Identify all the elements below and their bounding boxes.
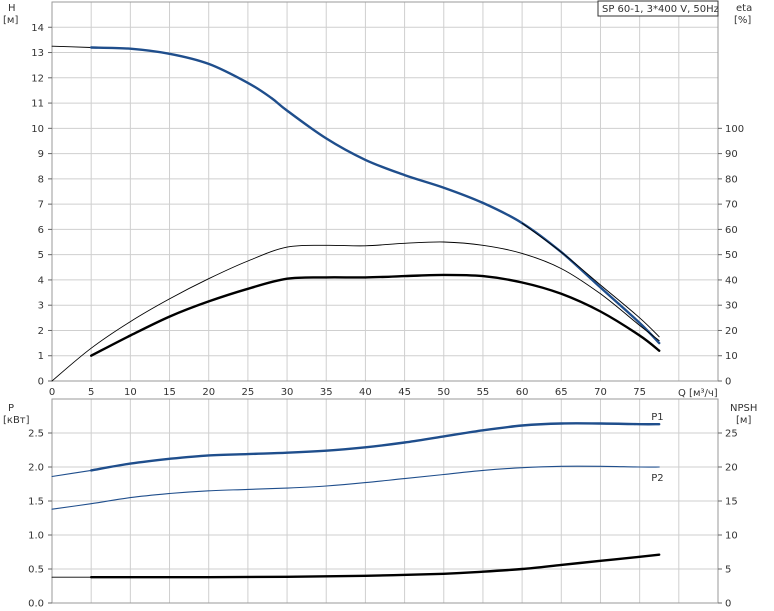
y-right-tick-label: 90	[725, 149, 738, 160]
y-left-tick-label: 1.0	[28, 531, 44, 542]
y-right-tick-label: 60	[725, 225, 738, 236]
y-right-label-1: eta	[736, 3, 752, 14]
series-line-eta1	[51, 241, 660, 382]
npsh-right-label-2: [м]	[736, 415, 751, 426]
y-left-tick-label: 10	[31, 124, 44, 135]
head-efficiency-plot: 0123456789101112131401020304050607080901…	[31, 1, 744, 398]
y-right-tick-label: 20	[725, 463, 738, 474]
y-right-tick-label: 5	[725, 565, 731, 576]
series-line-h_ext	[51, 45, 92, 48]
y-right-tick-label: 50	[725, 250, 738, 261]
x-tick-label: 25	[242, 387, 255, 398]
y-left-tick-label: 6	[38, 225, 44, 236]
x-tick-label: 35	[320, 387, 333, 398]
x-tick-label: 5	[88, 387, 94, 398]
x-tick-label: 20	[202, 387, 215, 398]
y-left-tick-label: 5	[38, 250, 44, 261]
y-right-tick-label: 80	[725, 174, 738, 185]
y-left-label-1: H	[8, 3, 16, 14]
y-right-tick-label: 0	[725, 599, 731, 610]
y-right-tick-label: 25	[725, 429, 738, 440]
x-tick-label: 70	[594, 387, 607, 398]
npsh-right-label-1: NPSH	[730, 403, 757, 414]
y-left-tick-label: 8	[38, 174, 44, 185]
y-right-label-2: [%]	[734, 15, 751, 26]
y-left-tick-label: 14	[31, 23, 44, 34]
x-tick-label: 60	[516, 387, 529, 398]
series-line-p1_ext	[51, 469, 92, 478]
y-left-tick-label: 3	[38, 301, 44, 312]
series-label-p1: P1	[651, 412, 663, 423]
y-right-tick-label: 15	[725, 497, 738, 508]
y-left-label-2: [м]	[3, 15, 18, 26]
y-right-tick-label: 20	[725, 326, 738, 337]
y-left-tick-label: 12	[31, 73, 44, 84]
y-left-tick-label: 0.0	[28, 599, 44, 610]
y-left-tick-label: 4	[38, 275, 44, 286]
series-line-p1	[90, 422, 661, 472]
p-left-label-1: P	[8, 403, 14, 414]
y-left-tick-label: 0	[38, 377, 44, 388]
series-line-eta2	[90, 273, 661, 357]
x-axis-label: Q [м³/ч]	[678, 388, 718, 399]
y-right-tick-label: 100	[725, 124, 744, 135]
y-left-tick-label: 0.5	[28, 565, 44, 576]
series-label-p2: P2	[651, 473, 663, 484]
pump-curve-svg: 0123456789101112131401020304050607080901…	[3, 0, 757, 610]
y-left-tick-label: 11	[31, 99, 44, 110]
x-tick-label: 30	[281, 387, 294, 398]
y-left-tick-label: 1	[38, 351, 44, 362]
x-tick-label: 75	[633, 387, 646, 398]
y-left-tick-label: 2	[38, 326, 44, 337]
x-tick-label: 0	[49, 387, 55, 398]
series-line-p2	[51, 465, 660, 510]
x-tick-label: 10	[124, 387, 137, 398]
x-tick-label: 65	[555, 387, 568, 398]
x-tick-label: 40	[359, 387, 372, 398]
chart-title: SP 60-1, 3*400 V, 50Hz	[602, 4, 719, 15]
y-left-tick-label: 2.5	[28, 429, 44, 440]
y-left-tick-label: 9	[38, 149, 44, 160]
x-tick-label: 15	[163, 387, 176, 398]
y-left-tick-label: 1.5	[28, 497, 44, 508]
y-right-tick-label: 0	[725, 377, 731, 388]
p-left-label-2: [кВт]	[3, 415, 30, 426]
y-right-tick-label: 10	[725, 531, 738, 542]
y-right-tick-label: 70	[725, 200, 738, 211]
series-line-npsh	[90, 553, 661, 579]
power-npsh-plot: 0.0 0.5 1.0 1.5 2.0 2.5 0 5 10 15 20 25 P1 P2	[28, 398, 738, 610]
y-left-tick-label: 7	[38, 200, 44, 211]
x-tick-label: 55	[477, 387, 490, 398]
y-right-tick-label: 10	[725, 351, 738, 362]
y-left-tick-label: 13	[31, 48, 44, 59]
pump-curve-chart: 0 1 2 3 4 5 6 7 8 9 10 11 12 13 14 0 10 20 30 40 50 60 70 80 90 1…	[0, 0, 774, 611]
x-tick-label: 45	[398, 387, 411, 398]
y-left-tick-label: 2.0	[28, 463, 44, 474]
x-tick-label: 50	[437, 387, 450, 398]
y-right-tick-label: 40	[725, 275, 738, 286]
y-right-tick-label: 30	[725, 301, 738, 312]
